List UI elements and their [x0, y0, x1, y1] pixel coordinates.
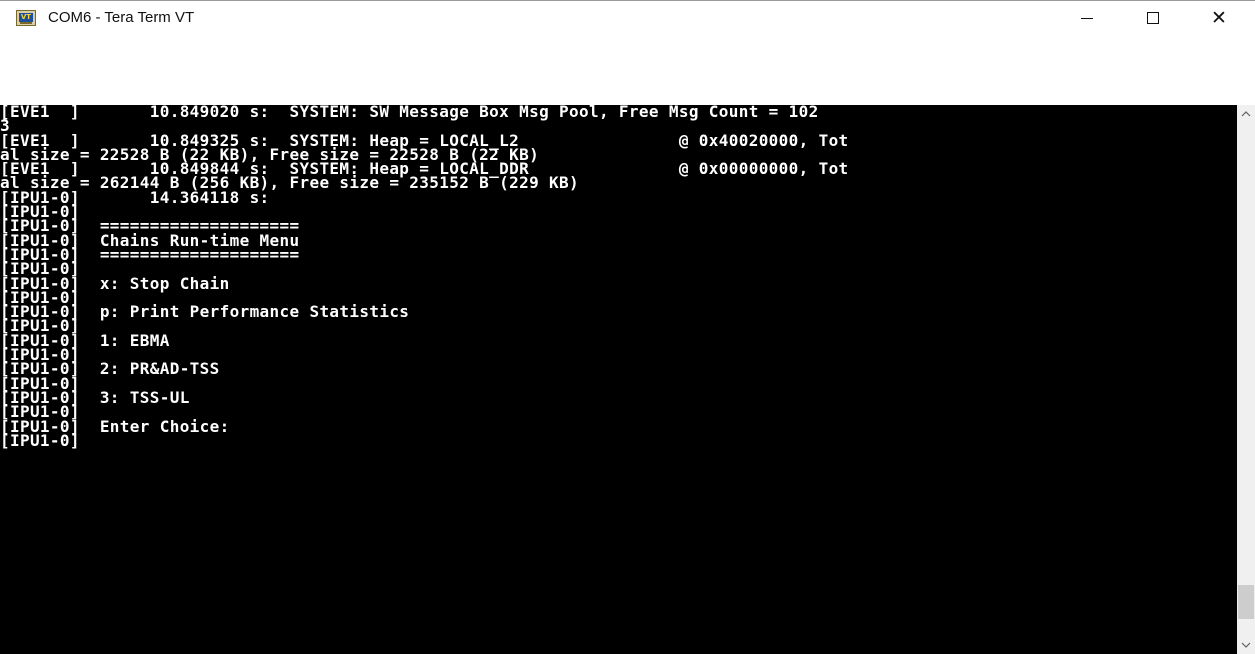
close-button[interactable]: ✕: [1196, 1, 1242, 35]
terminal-screen[interactable]: [EVE1 ] 10.849020 s: SYSTEM: SW Message …: [0, 105, 1237, 654]
teraterm-vt-icon[interactable]: VT: [16, 10, 36, 26]
terminal-line: [IPU1-0] x: Stop Chain: [0, 273, 230, 293]
terminal-line: [EVE1 ] 10.849020 s: SYSTEM: SW Message …: [0, 105, 819, 121]
terminal-line: [IPU1-0] 14.364118 s:: [0, 187, 270, 207]
close-icon: ✕: [1211, 6, 1227, 29]
maximize-icon: [1147, 12, 1159, 24]
minimize-button[interactable]: [1064, 1, 1110, 35]
window-title: COM6 - Tera Term VT: [48, 9, 195, 26]
app-icon-label: VT: [19, 13, 33, 22]
maximize-button[interactable]: [1130, 1, 1176, 35]
chevron-up-icon: [1241, 111, 1251, 117]
app-icon-base: [20, 22, 32, 24]
scroll-down-button[interactable]: [1237, 636, 1255, 654]
terminal-line: [IPU1-0] 3: TSS-UL: [0, 387, 190, 407]
terminal-line: [IPU1-0] 1: EBMA: [0, 330, 170, 350]
terminal-output: [EVE1 ] 10.849020 s: SYSTEM: SW Message …: [0, 105, 849, 448]
terminal-line: [IPU1-0]: [0, 430, 80, 450]
tera-term-window: VT COM6 - Tera Term VT ✕ FileEditSetupCo…: [0, 0, 1255, 654]
terminal-line: [IPU1-0] p: Print Performance Statistics: [0, 302, 410, 322]
title-bar[interactable]: VT COM6 - Tera Term VT ✕: [0, 1, 1255, 37]
chevron-down-icon: [1241, 642, 1251, 648]
scrollbar-thumb[interactable]: [1238, 585, 1254, 619]
vertical-scrollbar[interactable]: [1237, 105, 1255, 654]
menu-bar: FileEditSetupControlWindowHelp: [0, 75, 1255, 169]
scroll-up-button[interactable]: [1237, 105, 1255, 123]
minimize-icon: [1081, 17, 1093, 19]
terminal-line: [IPU1-0] 2: PR&AD-TSS: [0, 359, 220, 379]
terminal-line: [IPU1-0] ====================: [0, 244, 300, 264]
terminal-line: [IPU1-0] Enter Choice:: [0, 416, 230, 436]
